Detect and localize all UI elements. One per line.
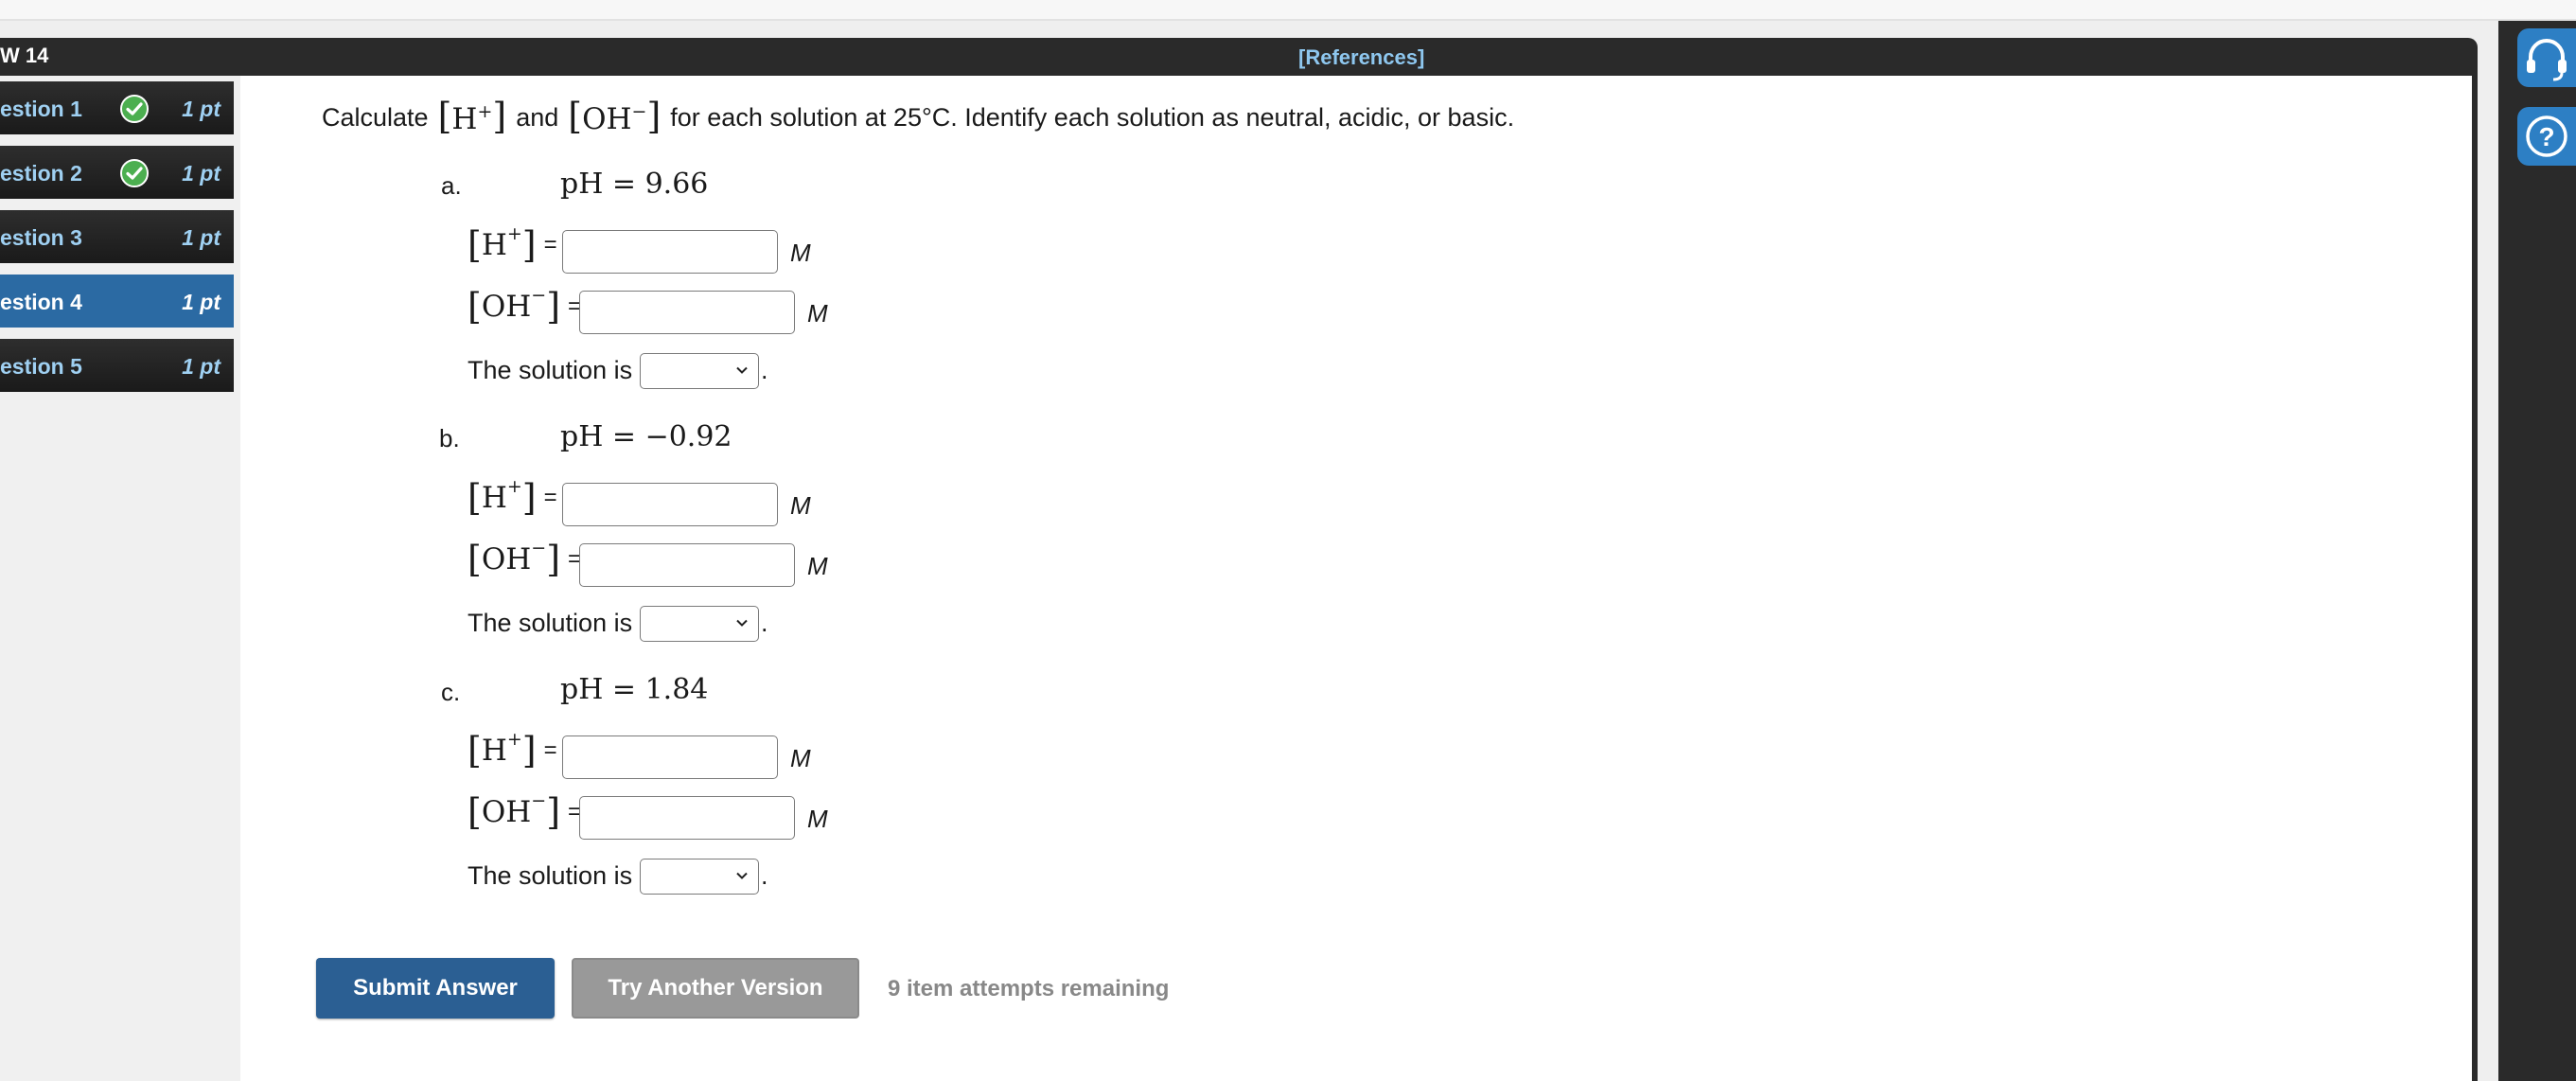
part-a-oh-label: [OH −] = [468,285,582,328]
part-b-oh-unit: M [807,552,828,580]
part-b-solution-label: The solution is [468,609,633,637]
part-a-h-label: [H +] = [468,223,557,266]
try-another-version-button[interactable]: Try Another Version [572,958,859,1019]
part-c-h-unit: M [790,744,811,772]
question-nav-points: 1 pt [182,97,221,121]
part-a-letter: a. [441,171,462,200]
part-b-solution-dropdown[interactable] [640,606,759,642]
question-nav-label: estion 4 [0,290,82,314]
assignment-header-bar [0,38,2478,76]
part-c-h-label: [H +] = [468,729,557,771]
content-border [2472,76,2478,1081]
question-nav-label: estion 2 [0,161,82,186]
question-prompt: Calculate [H+] and [OH−] for each soluti… [322,98,1514,136]
part-b-letter: b. [439,424,460,452]
part-b-oh-label: [OH −] = [468,538,582,580]
part-a-oh-input[interactable] [579,291,795,334]
part-a-solution-label: The solution is [468,356,633,384]
svg-text:?: ? [2538,122,2554,151]
help-icon: ? [2526,115,2567,157]
question-nav-label: estion 3 [0,225,82,250]
submit-answer-button[interactable]: Submit Answer [316,958,555,1019]
chevron-down-icon [736,366,748,374]
part-b-h-label: [H +] = [468,476,557,519]
part-c-letter: c. [441,678,461,706]
part-a-oh-unit: M [807,299,828,328]
question-nav-label: estion 1 [0,97,82,121]
prompt-suffix: for each solution at 25°C. Identify each… [670,102,1515,132]
help-button[interactable]: ? [2517,107,2576,166]
attempts-remaining-text: 9 item attempts remaining [888,976,1170,1001]
part-a-period: . [761,356,768,384]
side-toolbar: ? [2498,21,2576,1081]
part-b-ph: pH = −0.92 [560,420,732,453]
question-nav-item-4[interactable]: estion 4 1 pt [0,275,234,328]
part-c-oh-input[interactable] [579,796,795,840]
oh-ion-expression: [OH−] [568,96,662,137]
chevron-down-icon [736,872,748,879]
part-c-solution-dropdown[interactable] [640,859,759,895]
question-content-panel [240,76,2472,1081]
check-circle-icon [120,95,149,123]
part-c-oh-unit: M [807,805,828,833]
question-nav-item-1[interactable]: estion 1 1 pt [0,81,234,134]
question-nav-points: 1 pt [182,161,221,186]
check-circle-icon [120,159,149,187]
question-nav-points: 1 pt [182,225,221,250]
question-nav-points: 1 pt [182,354,221,379]
support-button[interactable] [2517,28,2576,87]
prompt-prefix: Calculate [322,102,429,132]
question-nav-item-2[interactable]: estion 2 1 pt [0,146,234,199]
assignment-title: W 14 [0,44,49,67]
h-ion-expression: [H+] [437,96,507,137]
part-c-period: . [761,861,768,890]
part-b-h-unit: M [790,491,811,520]
part-a-h-input[interactable] [562,230,778,274]
part-c-ph: pH = 1.84 [560,673,709,706]
part-b-h-input[interactable] [562,483,778,526]
part-b-period: . [761,609,768,637]
part-a-h-unit: M [790,239,811,267]
headset-icon [2527,39,2567,81]
part-b-oh-input[interactable] [579,543,795,587]
question-nav-points: 1 pt [182,290,221,314]
question-nav-label: estion 5 [0,354,82,379]
browser-top-strip [0,0,2576,21]
chevron-down-icon [736,619,748,627]
references-link[interactable]: [References] [1298,45,1424,70]
part-c-oh-label: [OH −] = [468,790,582,833]
prompt-and: and [516,102,559,132]
part-a-solution-dropdown[interactable] [640,353,759,389]
part-c-h-input[interactable] [562,735,778,779]
part-c-solution-label: The solution is [468,861,633,890]
part-a-ph: pH = 9.66 [560,168,709,201]
question-nav-item-3[interactable]: estion 3 1 pt [0,210,234,263]
question-nav-item-5[interactable]: estion 5 1 pt [0,339,234,392]
